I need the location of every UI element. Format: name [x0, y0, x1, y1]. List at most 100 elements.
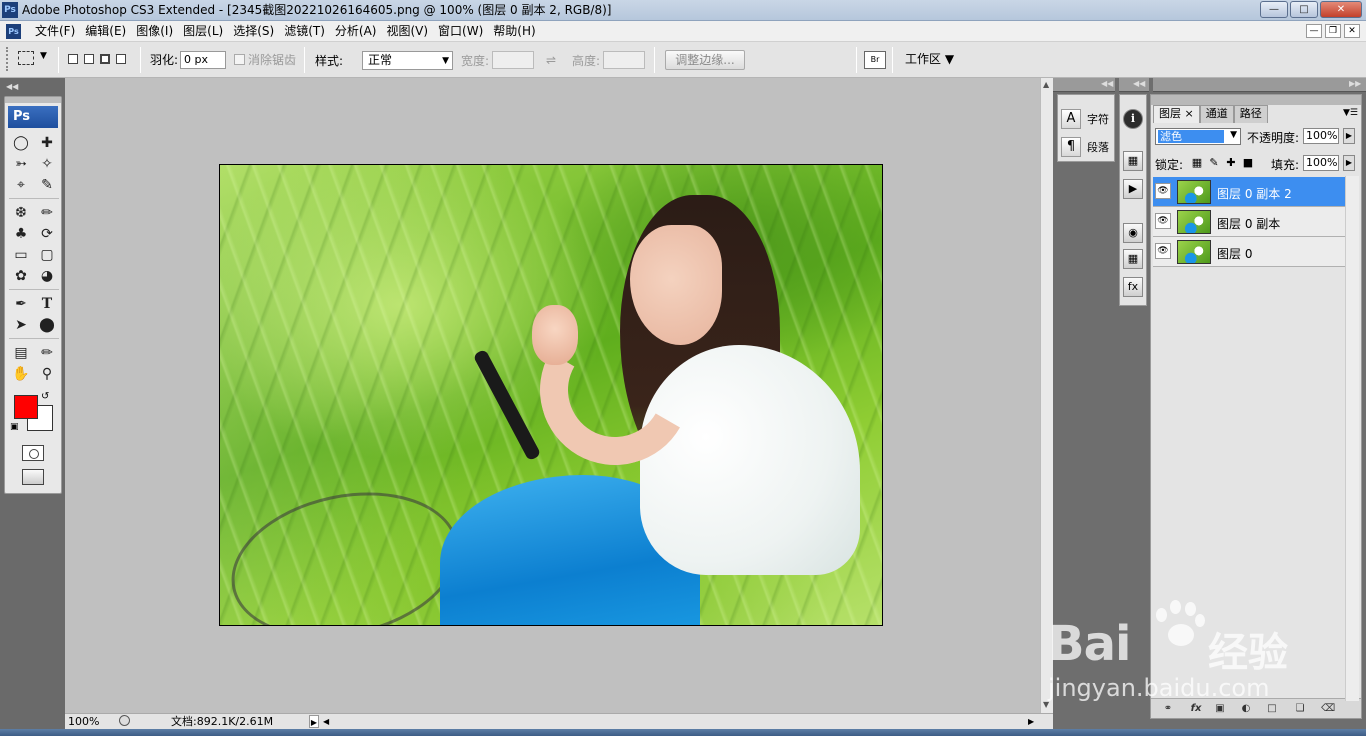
screen-mode-icon[interactable] — [22, 469, 44, 485]
layers-panel-grip[interactable] — [1151, 95, 1361, 105]
styles-fx-icon[interactable]: fx — [1123, 277, 1143, 297]
expand-icon[interactable]: ▶▶ — [1349, 79, 1361, 88]
new-selection-icon[interactable] — [68, 54, 78, 64]
eraser-tool-icon[interactable]: ▭ — [9, 245, 33, 266]
tool-preset-dropdown-icon[interactable]: ▼ — [40, 51, 47, 61]
history-brush-tool-icon[interactable]: ⟳ — [35, 224, 59, 245]
menu-filter[interactable]: 滤镜(T) — [279, 24, 330, 39]
menu-image[interactable]: 图像(I) — [131, 24, 178, 39]
crop-tool-icon[interactable]: ⌖ — [9, 175, 33, 196]
dock-header[interactable]: ▶▶ — [1153, 78, 1366, 92]
healing-brush-tool-icon[interactable]: ❆ — [9, 203, 33, 224]
options-grip[interactable] — [6, 47, 12, 71]
link-layers-icon[interactable]: ⚭ — [1161, 702, 1175, 715]
menu-help[interactable]: 帮助(H) — [488, 24, 540, 39]
collapse-icon[interactable]: ◀◀ — [6, 82, 18, 91]
fill-slider-arrow-icon[interactable]: ▶ — [1343, 155, 1355, 171]
refine-edge-button[interactable]: 调整边缘... — [665, 50, 745, 70]
eyedropper-tool-icon[interactable]: ✏ — [35, 343, 59, 364]
tab-channels[interactable]: 通道 — [1199, 105, 1234, 123]
lock-transparency-icon[interactable]: ▦ — [1191, 157, 1203, 169]
collapse-icon[interactable]: ◀◀ — [1133, 79, 1145, 88]
lock-all-icon[interactable]: ■ — [1242, 157, 1254, 169]
intersect-selection-icon[interactable] — [116, 54, 126, 64]
path-selection-tool-icon[interactable]: ➤ — [9, 315, 33, 336]
add-to-selection-icon[interactable] — [84, 54, 94, 64]
histogram-icon[interactable]: ▦ — [1123, 151, 1143, 171]
pen-tool-icon[interactable]: ✒ — [9, 294, 33, 315]
magic-wand-tool-icon[interactable]: ✧ — [35, 154, 59, 175]
new-layer-icon[interactable]: ❏ — [1293, 702, 1307, 715]
bridge-icon[interactable]: Br — [864, 51, 886, 69]
visibility-eye-icon[interactable]: 👁 — [1155, 243, 1171, 259]
minimize-button[interactable]: — — [1260, 1, 1288, 18]
move-tool-icon[interactable]: ✚ — [35, 133, 59, 154]
image-canvas[interactable] — [219, 164, 883, 626]
zoom-field[interactable]: 100% — [68, 715, 118, 729]
swatches-icon[interactable]: ▦ — [1123, 249, 1143, 269]
doc-restore-button[interactable]: ❐ — [1325, 24, 1341, 38]
layer-style-fx-icon[interactable]: fx — [1189, 702, 1203, 715]
layer-name[interactable]: 图层 0 副本 — [1217, 215, 1280, 232]
width-input[interactable] — [492, 51, 534, 69]
clone-stamp-tool-icon[interactable]: ♣ — [9, 224, 33, 245]
default-colors-icon[interactable]: ▣ — [10, 422, 19, 432]
scroll-up-icon[interactable]: ▲ — [1043, 80, 1049, 89]
layers-scrollbar[interactable] — [1345, 176, 1359, 701]
dock-header[interactable]: ◀◀ — [1119, 78, 1149, 92]
scroll-down-icon[interactable]: ▼ — [1043, 700, 1049, 709]
marquee-tool-icon[interactable] — [18, 51, 34, 65]
style-select[interactable]: 正常 ▼ — [362, 51, 453, 70]
ellipse-shape-tool-icon[interactable]: ⬤ — [35, 315, 59, 336]
status-preview-icon[interactable] — [119, 715, 130, 726]
opacity-input[interactable]: 100% — [1303, 128, 1339, 144]
panel-menu-icon[interactable]: ▼☰ — [1343, 108, 1358, 118]
swap-dimensions-icon[interactable]: ⇌ — [546, 52, 556, 68]
info-icon[interactable]: i — [1123, 109, 1143, 129]
layer-row[interactable]: 👁 图层 0 — [1153, 237, 1348, 267]
new-group-icon[interactable]: □ — [1265, 702, 1279, 715]
lock-position-icon[interactable]: ✚ — [1225, 157, 1237, 169]
layer-thumbnail[interactable] — [1177, 240, 1211, 264]
fill-input[interactable]: 100% — [1303, 155, 1339, 171]
close-button[interactable]: ✕ — [1320, 1, 1362, 18]
slice-tool-icon[interactable]: ✎ — [35, 175, 59, 196]
adjustment-layer-icon[interactable]: ◐ — [1239, 702, 1253, 715]
collapse-icon[interactable]: ◀◀ — [1101, 79, 1113, 88]
tab-paths[interactable]: 路径 — [1233, 105, 1268, 123]
scroll-right-icon[interactable]: ▶ — [1028, 715, 1034, 729]
menu-edit[interactable]: 编辑(E) — [80, 24, 131, 39]
tab-layers[interactable]: 图层 × — [1153, 105, 1200, 123]
maximize-button[interactable]: □ — [1290, 1, 1318, 18]
subtract-selection-icon[interactable] — [100, 54, 110, 64]
foreground-color-swatch[interactable] — [14, 395, 38, 419]
height-input[interactable] — [603, 51, 645, 69]
add-mask-icon[interactable]: ▣ — [1213, 702, 1227, 715]
visibility-eye-icon[interactable]: 👁 — [1155, 213, 1171, 229]
quick-mask-icon[interactable] — [22, 445, 44, 461]
dock-header[interactable]: ◀◀ — [1053, 78, 1115, 92]
toolbox-grip[interactable] — [5, 97, 61, 103]
layer-thumbnail[interactable] — [1177, 210, 1211, 234]
swap-colors-icon[interactable]: ↺ — [41, 391, 49, 402]
dodge-tool-icon[interactable]: ◕ — [35, 266, 59, 287]
blur-tool-icon[interactable]: ✿ — [9, 266, 33, 287]
lock-image-icon[interactable]: ✎ — [1208, 157, 1220, 169]
workspace-button[interactable]: 工作区 ▼ — [905, 51, 954, 67]
character-panel-button[interactable]: A 字符 — [1061, 109, 1109, 129]
notes-tool-icon[interactable]: ▤ — [9, 343, 33, 364]
type-tool-icon[interactable]: T — [35, 294, 59, 315]
vertical-scrollbar[interactable]: ▲ ▼ — [1040, 78, 1053, 713]
brush-tool-icon[interactable]: ✏ — [35, 203, 59, 224]
menu-view[interactable]: 视图(V) — [381, 24, 433, 39]
elliptical-marquee-tool-icon[interactable]: ◯ — [9, 133, 33, 154]
actions-icon[interactable]: ▶ — [1123, 179, 1143, 199]
opacity-slider-arrow-icon[interactable]: ▶ — [1343, 128, 1355, 144]
trash-icon[interactable]: ⌫ — [1321, 702, 1335, 715]
menu-layer[interactable]: 图层(L) — [178, 24, 228, 39]
layer-name[interactable]: 图层 0 副本 2 — [1217, 185, 1292, 202]
gradient-tool-icon[interactable]: ▢ — [35, 245, 59, 266]
visibility-eye-icon[interactable]: 👁 — [1155, 183, 1171, 199]
status-menu-arrow-icon[interactable]: ▶ — [309, 715, 319, 728]
menu-select[interactable]: 选择(S) — [228, 24, 279, 39]
